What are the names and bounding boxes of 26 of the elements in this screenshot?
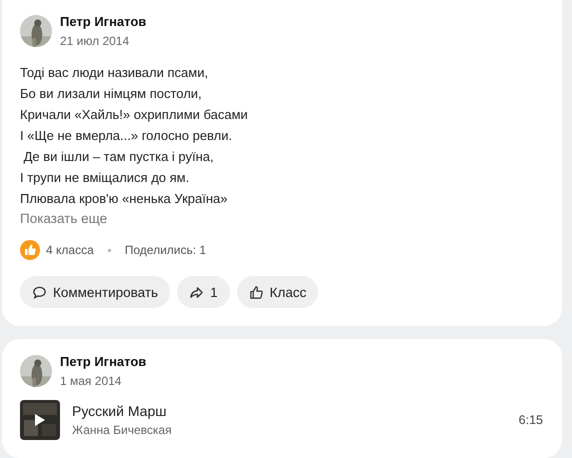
poem-line: Плювала кров'ю «ненька Україна» — [20, 190, 228, 208]
thumbs-up-icon — [20, 240, 40, 260]
post-date: 1 мая 2014 — [60, 374, 122, 388]
poem-line: Тоді вас люди називали псами, — [20, 64, 210, 82]
share-arrow-icon — [189, 284, 204, 300]
poem-line: І «Ще не вмерла...» голосно ревли. — [20, 127, 234, 145]
track-cover[interactable] — [20, 400, 60, 440]
track-duration: 6:15 — [518, 413, 543, 427]
poem-line: І трупи не вміщалися до ям. — [20, 169, 190, 187]
share-button[interactable]: 1 — [177, 276, 230, 308]
speech-bubble-icon — [32, 284, 47, 300]
author-name[interactable]: Петр Игнатов — [60, 354, 146, 369]
author-name[interactable]: Петр Игнатов — [60, 14, 146, 29]
track-title[interactable]: Русский Марш — [72, 403, 507, 419]
likes-count[interactable]: 4 класса — [46, 243, 94, 257]
poem-line: Кричали «Хайль!» охриплими басами — [20, 106, 249, 124]
like-button[interactable]: Класс — [236, 276, 318, 308]
poem-line: Бо ви лизали німцям постоли, — [20, 85, 203, 103]
play-icon[interactable] — [34, 413, 46, 427]
comment-button[interactable]: Комментировать — [20, 276, 170, 308]
post-date: 21 июл 2014 — [60, 34, 130, 48]
show-more-link[interactable]: Показать еще — [20, 211, 546, 226]
shares-count[interactable]: Поделились: 1 — [124, 243, 206, 257]
poem-line: Де ви ішли – там пустка і руїна, — [22, 148, 215, 166]
track-artist[interactable]: Жанна Бичевская — [72, 423, 507, 437]
thumbs-up-icon — [248, 284, 264, 300]
